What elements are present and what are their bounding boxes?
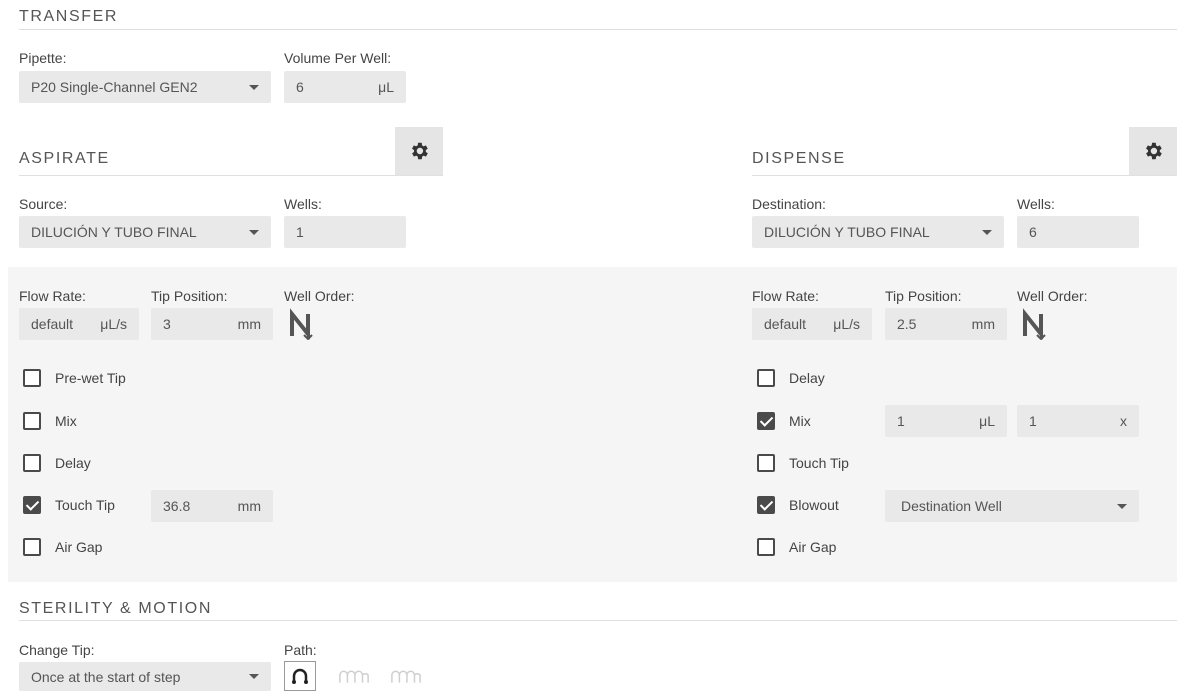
blowout-label: Blowout (789, 497, 839, 513)
dispense-air-gap-checkbox[interactable] (757, 538, 775, 556)
path-multi-aspirate-button[interactable] (338, 661, 370, 691)
multi-aspirate-icon (339, 670, 369, 683)
well-order-icon (1023, 308, 1046, 341)
chevron-down-icon (1117, 503, 1127, 509)
chevron-down-icon (982, 229, 992, 235)
aspirate-wells-input[interactable]: 1 (284, 216, 406, 248)
dispense-wells-input[interactable]: 6 (1017, 216, 1139, 248)
aspirate-tip-position-unit: mm (237, 316, 261, 332)
blowout-location-value: Destination Well (901, 498, 1002, 514)
change-tip-value: Once at the start of step (31, 668, 181, 685)
dispense-mix-checkbox[interactable] (757, 412, 775, 430)
aspirate-flow-rate-label: Flow Rate: (19, 288, 86, 304)
transfer-title: TRANSFER (19, 8, 119, 25)
multi-dispense-icon (391, 670, 421, 683)
aspirate-well-order-button[interactable] (288, 308, 320, 341)
dispense-divider (752, 175, 1177, 176)
gear-icon (1146, 142, 1162, 160)
dispense-well-order-button[interactable] (1021, 308, 1053, 341)
aspirate-flow-rate-unit: μL/s (100, 316, 127, 332)
dispense-mix-volume-unit: μL (979, 413, 995, 429)
aspirate-wells-value: 1 (296, 224, 304, 240)
dispense-settings-button[interactable] (1129, 127, 1177, 175)
source-value: DILUCIÓN Y TUBO FINAL (31, 224, 197, 240)
change-tip-select[interactable]: Once at the start of step (19, 662, 271, 691)
pipette-value: P20 Single-Channel GEN2 (31, 79, 198, 95)
aspirate-mix-label: Mix (55, 413, 77, 429)
dispense-mix-times-input[interactable]: 1 x (1017, 405, 1139, 437)
aspirate-mix-checkbox[interactable] (23, 412, 41, 430)
aspirate-tip-position-value: 3 (163, 316, 171, 332)
aspirate-tip-position-input[interactable]: 3 mm (151, 308, 273, 340)
dispense-touch-tip-checkbox[interactable] (757, 454, 775, 472)
pre-wet-tip-label: Pre-wet Tip (55, 370, 126, 386)
aspirate-touch-tip-input[interactable]: 36.8 mm (151, 490, 273, 522)
aspirate-touch-tip-value: 36.8 (163, 498, 191, 514)
aspirate-settings-button[interactable] (395, 127, 443, 175)
aspirate-touch-tip-checkbox[interactable] (23, 496, 41, 514)
dispense-well-order-label: Well Order: (1017, 288, 1088, 304)
dispense-flow-rate-input[interactable]: default μL/s (752, 308, 872, 340)
change-tip-label: Change Tip: (19, 642, 95, 658)
dispense-delay-label: Delay (789, 370, 825, 386)
dispense-touch-tip-label: Touch Tip (789, 455, 849, 471)
source-select[interactable]: DILUCIÓN Y TUBO FINAL (19, 216, 271, 248)
chevron-down-icon (249, 229, 259, 235)
aspirate-touch-tip-label: Touch Tip (55, 497, 115, 513)
pre-wet-tip-checkbox[interactable] (23, 369, 41, 387)
aspirate-divider (19, 175, 443, 176)
chevron-down-icon (249, 84, 259, 90)
dispense-air-gap-label: Air Gap (789, 539, 837, 555)
aspirate-flow-rate-value: default (31, 316, 74, 332)
aspirate-flow-rate-input[interactable]: default μL/s (19, 308, 139, 340)
pipette-select[interactable]: P20 Single-Channel GEN2 (19, 71, 271, 103)
destination-value: DILUCIÓN Y TUBO FINAL (764, 224, 930, 240)
gear-icon (412, 142, 428, 160)
destination-label: Destination: (752, 196, 826, 212)
aspirate-air-gap-checkbox[interactable] (23, 538, 41, 556)
dispense-mix-volume-value: 1 (897, 413, 905, 429)
source-label: Source: (19, 196, 68, 212)
volume-input[interactable]: 6 μL (284, 71, 406, 103)
path-label: Path: (284, 642, 317, 658)
dispense-wells-label: Wells: (1017, 196, 1055, 212)
dispense-tip-position-input[interactable]: 2.5 mm (885, 308, 1007, 340)
aspirate-wells-label: Wells: (284, 196, 322, 212)
dispense-tip-position-value: 2.5 (897, 316, 917, 332)
path-multi-dispense-button[interactable] (390, 661, 422, 691)
dispense-tip-position-label: Tip Position: (885, 288, 962, 304)
blowout-location-select[interactable]: Destination Well (885, 490, 1139, 522)
single-path-icon (292, 668, 308, 684)
aspirate-delay-label: Delay (55, 455, 91, 471)
transfer-divider (19, 29, 1177, 30)
path-single-button[interactable] (284, 661, 316, 691)
blowout-checkbox[interactable] (757, 496, 775, 514)
chevron-down-icon (249, 674, 259, 679)
dispense-delay-checkbox[interactable] (757, 369, 775, 387)
dispense-flow-rate-label: Flow Rate: (752, 288, 819, 304)
aspirate-title: ASPIRATE (19, 150, 110, 167)
dispense-mix-volume-input[interactable]: 1 μL (885, 405, 1007, 437)
aspirate-touch-tip-unit: mm (237, 498, 261, 514)
dispense-tip-position-unit: mm (971, 316, 995, 332)
dispense-mix-times-unit: x (1120, 413, 1127, 429)
dispense-flow-rate-unit: μL/s (833, 316, 860, 332)
dispense-title: DISPENSE (752, 150, 846, 167)
aspirate-tip-position-label: Tip Position: (151, 288, 228, 304)
dispense-wells-value: 6 (1029, 224, 1037, 240)
dispense-mix-times-value: 1 (1029, 413, 1037, 429)
volume-value: 6 (296, 79, 304, 95)
volume-unit: μL (378, 79, 394, 95)
dispense-mix-label: Mix (789, 413, 811, 429)
destination-select[interactable]: DILUCIÓN Y TUBO FINAL (752, 216, 1004, 248)
pipette-label: Pipette: (19, 50, 67, 66)
sterility-divider (19, 620, 1177, 621)
well-order-icon (290, 308, 313, 341)
aspirate-air-gap-label: Air Gap (55, 539, 103, 555)
volume-label: Volume Per Well: (284, 50, 392, 66)
aspirate-well-order-label: Well Order: (284, 288, 355, 304)
sterility-title: STERILITY & MOTION (19, 600, 212, 617)
dispense-flow-rate-value: default (764, 316, 807, 332)
aspirate-delay-checkbox[interactable] (23, 454, 41, 472)
